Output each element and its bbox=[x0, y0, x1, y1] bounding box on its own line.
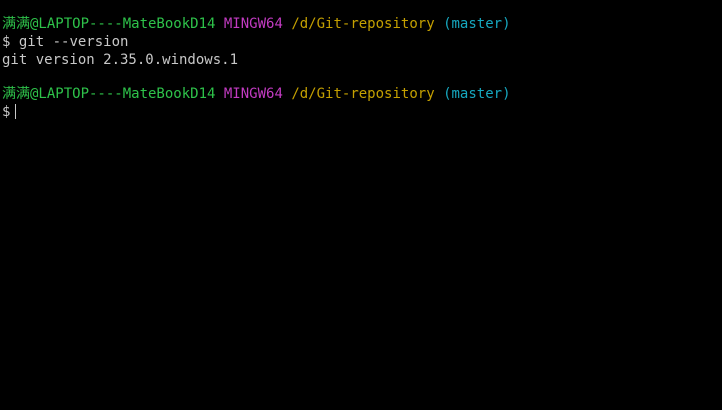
command-line-1: $ git --version bbox=[2, 33, 722, 51]
prompt-line-1: 满满@LAPTOP----MateBookD14 MINGW64 /d/Git-… bbox=[2, 15, 722, 33]
output-line-1: git version 2.35.0.windows.1 bbox=[2, 51, 722, 69]
prompt-branch: (master) bbox=[443, 16, 511, 32]
command-output: git version 2.35.0.windows.1 bbox=[2, 52, 239, 68]
text-cursor[interactable] bbox=[15, 104, 17, 119]
command-text: git --version bbox=[18, 34, 129, 50]
prompt-environment: MINGW64 bbox=[223, 86, 283, 102]
terminal-window[interactable]: 满满@LAPTOP----MateBookD14 MINGW64 /d/Git-… bbox=[0, 0, 722, 410]
prompt-user-host: 满满@LAPTOP----MateBookD14 bbox=[2, 86, 216, 102]
prompt-environment: MINGW64 bbox=[223, 16, 283, 32]
command-line-2[interactable]: $ bbox=[2, 103, 722, 121]
prompt-branch: (master) bbox=[443, 86, 511, 102]
prompt-symbol: $ bbox=[2, 104, 11, 120]
prompt-path: /d/Git-repository bbox=[291, 86, 435, 102]
prompt-line-2: 满满@LAPTOP----MateBookD14 MINGW64 /d/Git-… bbox=[2, 85, 722, 103]
prompt-user-host: 满满@LAPTOP----MateBookD14 bbox=[2, 16, 216, 32]
prompt-symbol: $ bbox=[2, 34, 11, 50]
prompt-path: /d/Git-repository bbox=[291, 16, 435, 32]
